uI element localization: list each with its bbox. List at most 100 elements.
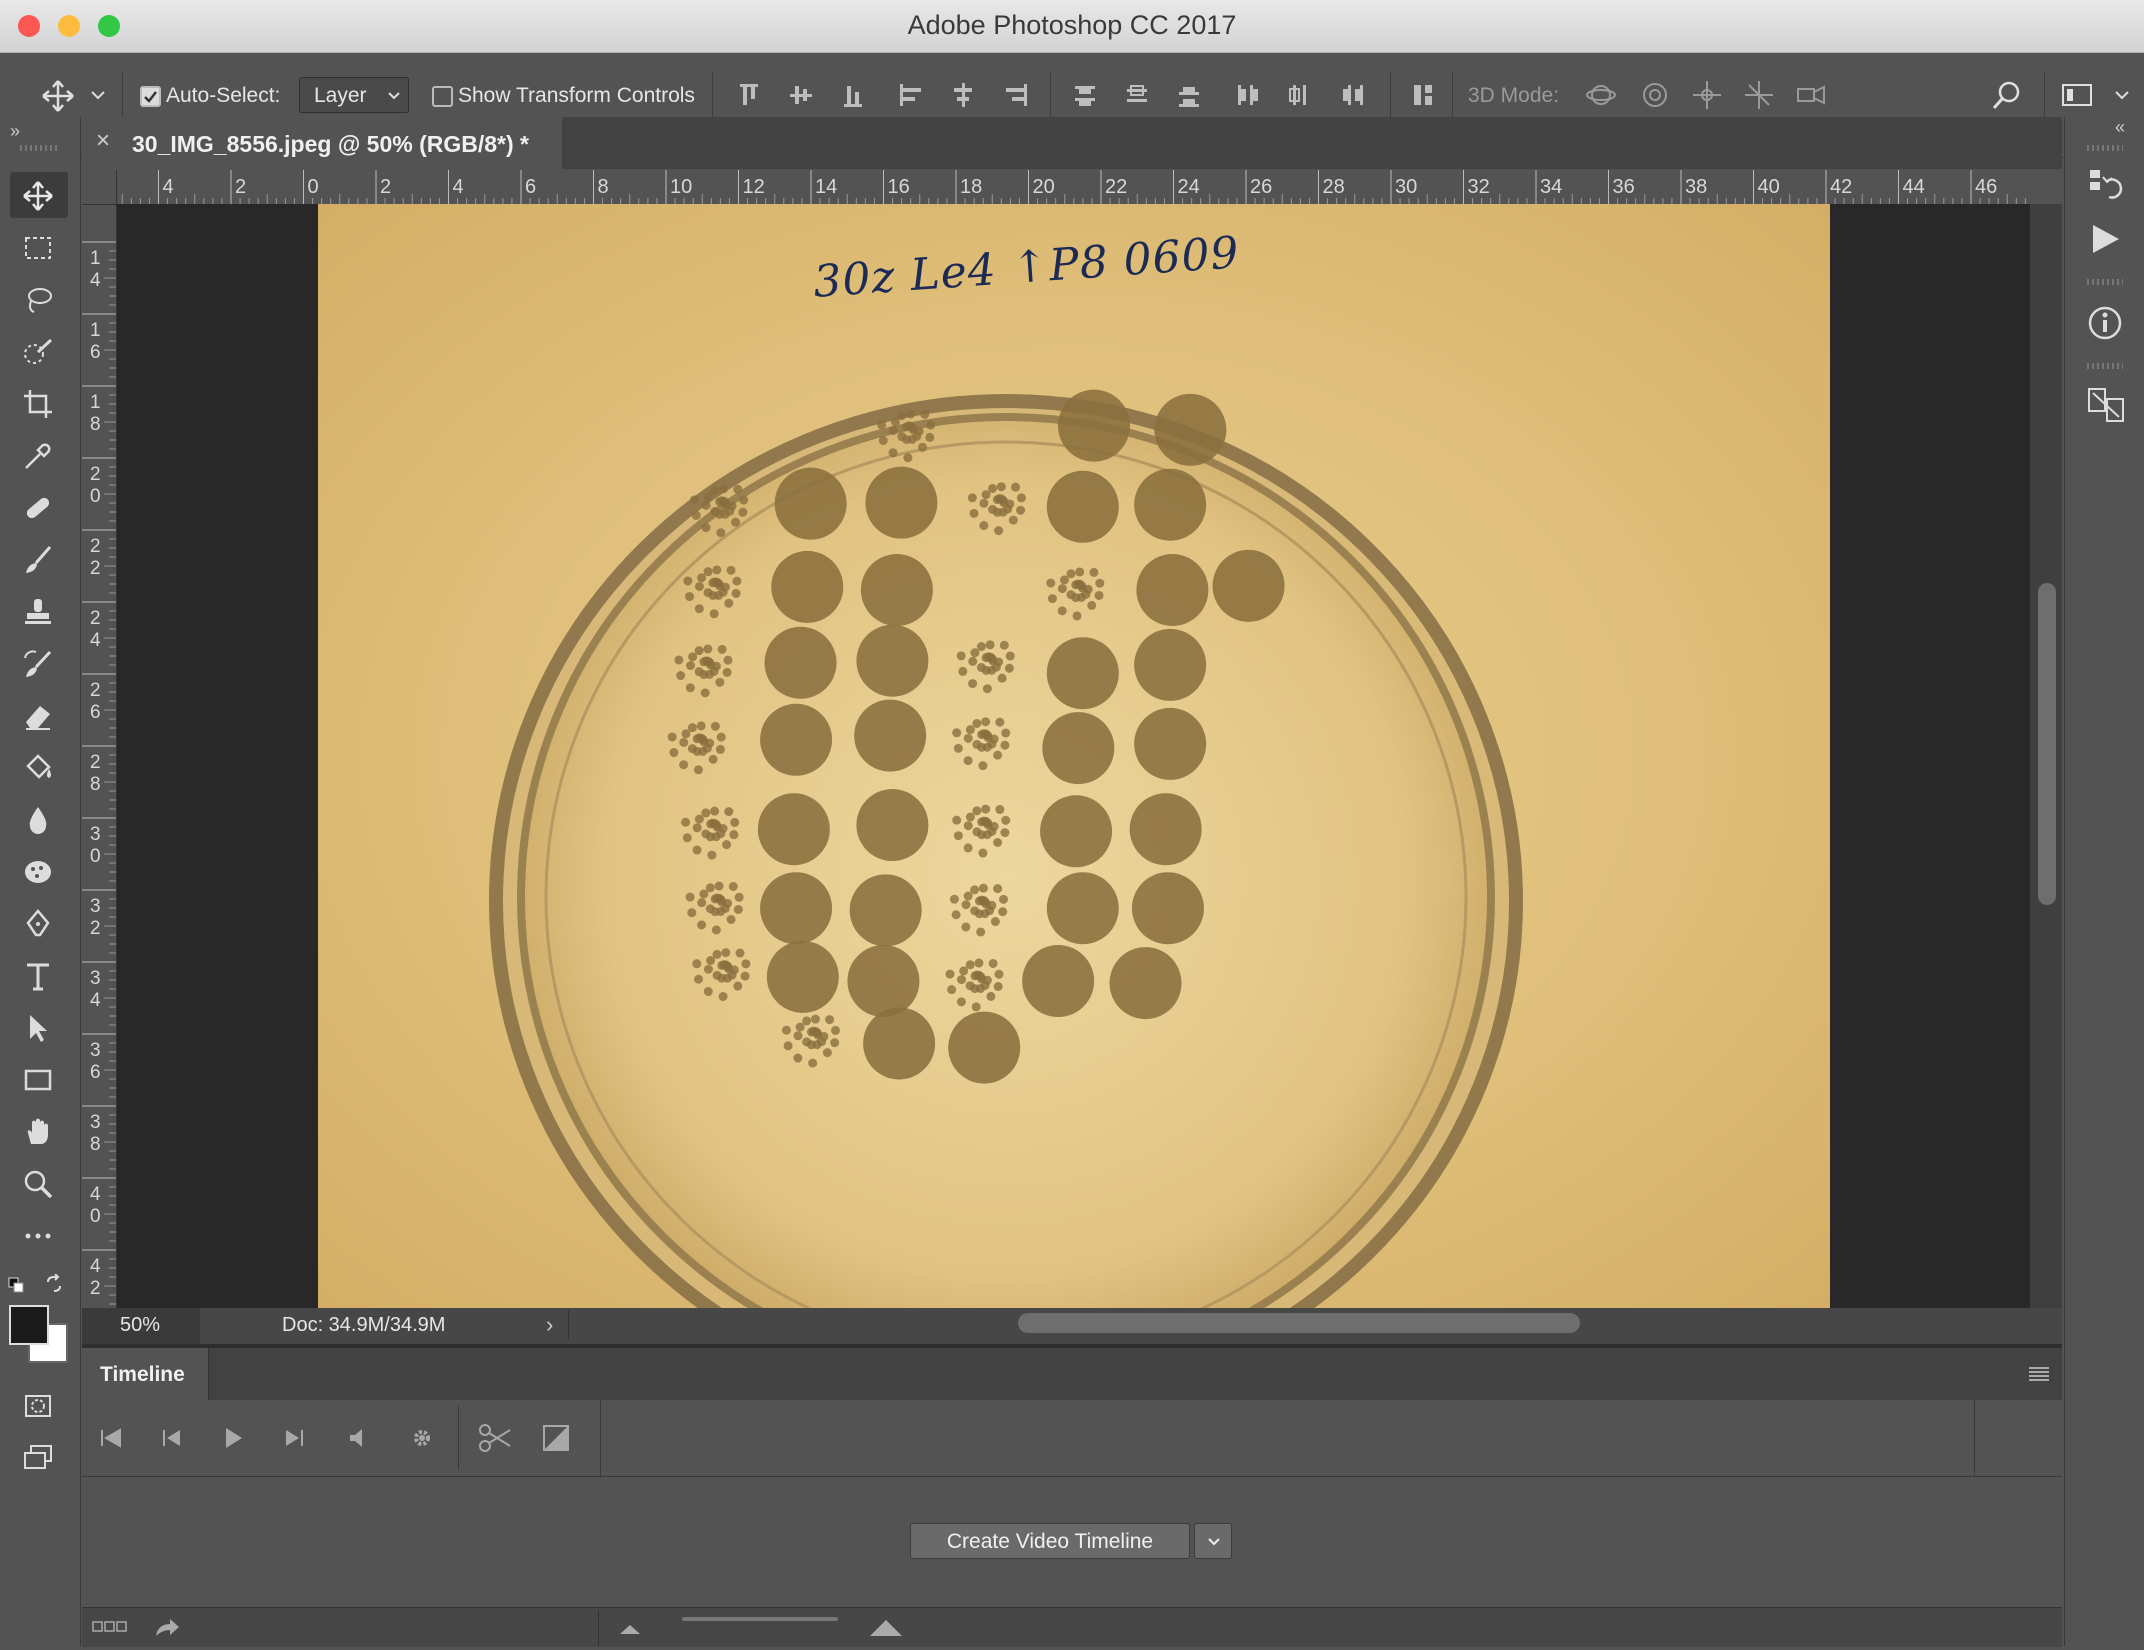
hand-tool[interactable] (10, 1108, 68, 1154)
mute-audio-icon[interactable] (346, 1426, 372, 1450)
timeline-tab[interactable]: Timeline (82, 1348, 209, 1400)
quick-mask-icon[interactable] (10, 1382, 68, 1428)
ruler-label: 6 (90, 1062, 101, 1083)
screen-mode-icon[interactable] (10, 1434, 68, 1480)
ruler-label: 1 (90, 248, 101, 269)
create-timeline-dropdown[interactable] (1194, 1523, 1232, 1559)
align-vcenter-icon[interactable] (784, 78, 818, 112)
quick-select-tool[interactable] (10, 328, 68, 374)
swap-colors-icon[interactable] (44, 1273, 64, 1294)
properties-panel-icon[interactable] (2087, 385, 2124, 422)
horizontal-ruler[interactable]: 6420246810121416182022242628303234363840… (82, 170, 2030, 205)
auto-select-checkbox[interactable] (140, 86, 161, 107)
close-tab-icon[interactable]: × (96, 127, 110, 155)
colony-plaque (981, 490, 991, 500)
chevron-down-icon[interactable] (88, 85, 108, 105)
document-image[interactable]: 30z Le4 ↑P8 0609 (318, 204, 1830, 1308)
align-bottom-icon[interactable] (836, 78, 870, 112)
pan-3d-icon[interactable] (1690, 78, 1724, 112)
auto-select-dropdown[interactable]: Layer (299, 77, 409, 113)
ruler-label: 38 (1685, 176, 1707, 198)
distribute-right-icon[interactable] (1334, 78, 1368, 112)
expand-panel-icon[interactable]: » (10, 121, 20, 142)
brush-tool[interactable] (10, 536, 68, 582)
align-left-icon[interactable] (894, 78, 928, 112)
document-tab[interactable]: × 30_IMG_8556.jpeg @ 50% (RGB/8*) * (82, 117, 562, 169)
vertical-ruler[interactable]: 141618202224262830323436384042 (82, 204, 117, 1308)
lasso-tool[interactable] (10, 276, 68, 322)
vertical-scrollbar-thumb[interactable] (2038, 583, 2056, 905)
show-transform-checkbox[interactable] (432, 86, 453, 107)
search-icon[interactable] (1990, 78, 2024, 112)
render-video-icon[interactable] (152, 1616, 182, 1640)
chevron-down-icon[interactable] (2112, 85, 2132, 105)
path-select-tool[interactable] (10, 1004, 68, 1050)
info-icon[interactable] (2087, 305, 2123, 341)
default-colors-icon[interactable] (8, 1277, 24, 1293)
align-hcenter-icon[interactable] (946, 78, 980, 112)
pen-tool[interactable] (10, 900, 68, 946)
colony-plaque (1095, 578, 1105, 588)
colony-plaque (1057, 584, 1067, 594)
zoom-field[interactable]: 50% (82, 1308, 200, 1344)
slide-3d-icon[interactable] (1742, 78, 1776, 112)
rectangle-tool[interactable] (10, 1056, 68, 1102)
collapse-panel-icon[interactable]: « (2115, 117, 2125, 138)
settings-gear-icon[interactable] (408, 1424, 438, 1454)
blur-tool[interactable] (10, 796, 68, 842)
distribute-left-icon[interactable] (1230, 78, 1264, 112)
align-top-icon[interactable] (732, 78, 766, 112)
go-to-first-frame-icon[interactable] (98, 1426, 124, 1450)
distribute-vcenter-icon[interactable] (1120, 78, 1154, 112)
more-tools[interactable] (10, 1212, 68, 1258)
colony-plaque (987, 900, 997, 910)
auto-align-icon[interactable] (1406, 78, 1440, 112)
next-frame-icon[interactable] (282, 1426, 308, 1450)
crop-tool[interactable] (10, 380, 68, 426)
move-icon[interactable] (40, 78, 74, 112)
actions-play-icon[interactable] (2087, 221, 2123, 257)
zoom-in-mountain-icon[interactable] (868, 1616, 904, 1638)
transition-icon[interactable] (542, 1424, 570, 1452)
ruler-label: 30 (1395, 176, 1417, 198)
eraser-tool[interactable] (10, 692, 68, 738)
horizontal-scrollbar-thumb[interactable] (1018, 1313, 1580, 1333)
eyedropper-tool[interactable] (10, 432, 68, 478)
paint-bucket-tool[interactable] (10, 744, 68, 790)
play-icon[interactable] (220, 1424, 246, 1452)
ruler-label: 44 (1903, 176, 1925, 198)
marquee-tool[interactable] (10, 224, 68, 270)
status-menu-arrow-icon[interactable]: › (546, 1312, 553, 1338)
type-tool[interactable] (10, 952, 68, 998)
colony-plaque (712, 565, 722, 575)
align-right-icon[interactable] (998, 78, 1032, 112)
ruler-label: 28 (1323, 176, 1345, 198)
workspace-icon[interactable] (2060, 78, 2094, 112)
colony-plaque (711, 661, 721, 671)
history-brush-tool[interactable] (10, 640, 68, 686)
sponge-tool[interactable] (10, 848, 68, 894)
zoom-out-mountain-icon[interactable] (618, 1620, 642, 1636)
healing-brush-tool[interactable] (10, 484, 68, 530)
distribute-hcenter-icon[interactable] (1282, 78, 1316, 112)
roll-3d-icon[interactable] (1638, 78, 1672, 112)
clone-stamp-tool[interactable] (10, 588, 68, 634)
orbit-3d-icon[interactable] (1584, 78, 1618, 112)
colony-plaque (953, 831, 963, 841)
distribute-top-icon[interactable] (1068, 78, 1102, 112)
zoom-tool[interactable] (10, 1160, 68, 1206)
frame-animation-icon[interactable] (92, 1620, 128, 1634)
move-tool[interactable] (10, 172, 68, 218)
split-scissors-icon[interactable] (478, 1422, 512, 1454)
colony-plaque (731, 517, 741, 527)
ruler-origin[interactable] (82, 170, 117, 205)
scale-3d-icon[interactable] (1794, 78, 1828, 112)
panel-menu-icon[interactable] (2028, 1366, 2050, 1382)
colony-plaque (990, 917, 1000, 927)
create-video-timeline-button[interactable]: Create Video Timeline (910, 1523, 1190, 1559)
history-panel-icon[interactable] (2087, 167, 2123, 203)
distribute-bottom-icon[interactable] (1172, 78, 1206, 112)
previous-frame-icon[interactable] (158, 1426, 184, 1450)
foreground-color-swatch[interactable] (9, 1305, 49, 1345)
timeline-zoom-slider[interactable] (682, 1617, 838, 1621)
